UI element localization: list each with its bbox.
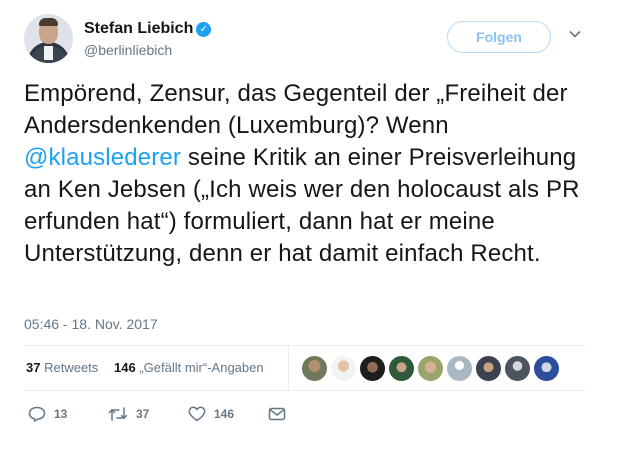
- tweet-text: Empörend, Zensur, das Gegenteil der „Fre…: [24, 78, 596, 270]
- retweets-label: Retweets: [44, 360, 99, 375]
- liker-avatar[interactable]: [504, 355, 531, 382]
- liker-avatar[interactable]: [446, 355, 473, 382]
- liker-avatar[interactable]: [359, 355, 386, 382]
- retweet-button[interactable]: 37: [108, 400, 149, 428]
- liker-avatar[interactable]: [417, 355, 444, 382]
- retweet-count: 37: [136, 407, 150, 421]
- reply-count: 13: [54, 407, 68, 421]
- envelope-icon: [268, 407, 286, 421]
- chevron-down-icon[interactable]: [568, 27, 582, 41]
- tweet-header: Stefan Liebich ✓ @berlinliebich Folgen: [24, 14, 596, 66]
- likes-label: „Gefällt mir“-Angaben: [139, 360, 264, 375]
- reply-button[interactable]: 13: [28, 400, 67, 428]
- verified-badge-icon: ✓: [196, 22, 212, 37]
- tweet-timestamp[interactable]: 05:46 - 18. Nov. 2017: [24, 316, 158, 332]
- retweet-icon: [108, 407, 128, 421]
- liker-avatar[interactable]: [330, 355, 357, 382]
- direct-message-button[interactable]: [268, 400, 286, 428]
- liker-avatar[interactable]: [533, 355, 560, 382]
- reply-icon: [28, 406, 46, 422]
- heart-icon: [188, 406, 206, 422]
- likes-count: 146: [114, 360, 136, 375]
- author-avatar[interactable]: [24, 14, 73, 63]
- like-button[interactable]: 146: [188, 400, 234, 428]
- author-name[interactable]: Stefan Liebich: [84, 20, 193, 37]
- tweet-stats: 37 Retweets 146 „Gefällt mir“-Angaben: [24, 346, 586, 390]
- retweets-count: 37: [26, 360, 41, 375]
- mention-link[interactable]: @klauslederer: [24, 144, 181, 171]
- tweet-text-part1: Empörend, Zensur, das Gegenteil der „Fre…: [24, 80, 568, 139]
- stats-separator: [288, 346, 289, 390]
- tweet-actions: 13 37 146: [24, 400, 586, 430]
- retweets-stat[interactable]: 37 Retweets: [26, 360, 98, 375]
- divider: [24, 390, 586, 391]
- likes-stat[interactable]: 146 „Gefällt mir“-Angaben: [114, 360, 264, 375]
- author-handle[interactable]: @berlinliebich: [84, 42, 172, 58]
- like-count: 146: [214, 407, 235, 421]
- liker-avatar[interactable]: [475, 355, 502, 382]
- follow-button[interactable]: Folgen: [447, 21, 551, 53]
- liker-avatar[interactable]: [388, 355, 415, 382]
- liker-avatar[interactable]: [301, 355, 328, 382]
- author-name-row[interactable]: Stefan Liebich ✓: [84, 20, 212, 38]
